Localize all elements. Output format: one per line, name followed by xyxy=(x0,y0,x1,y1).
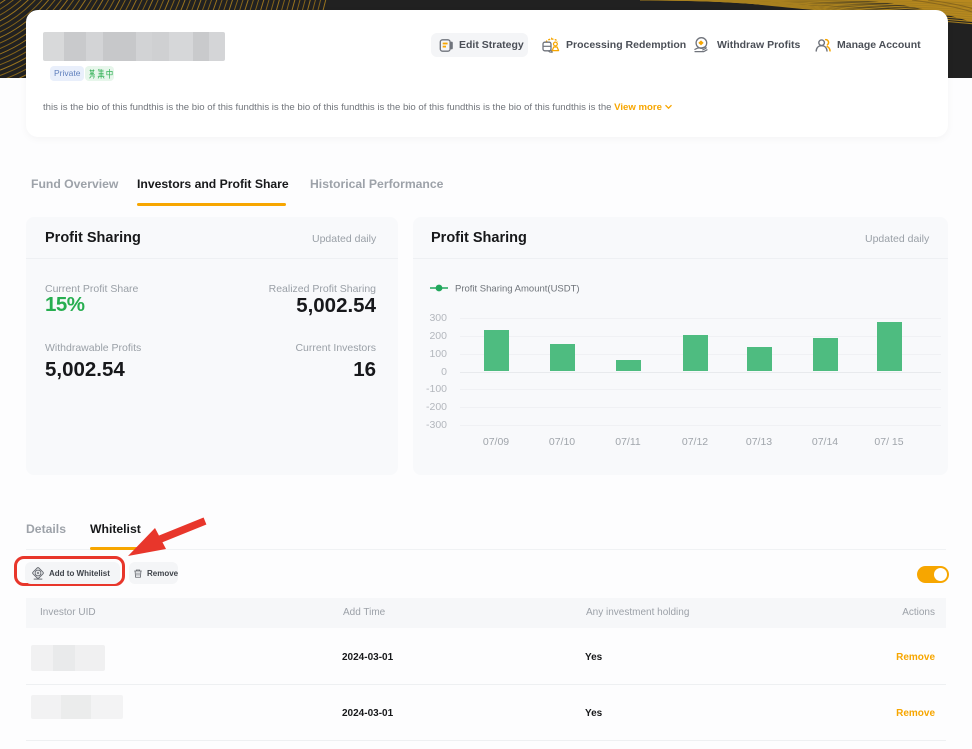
svg-text:Profit Sharing Amount(USDT): Profit Sharing Amount(USDT) xyxy=(455,284,580,295)
